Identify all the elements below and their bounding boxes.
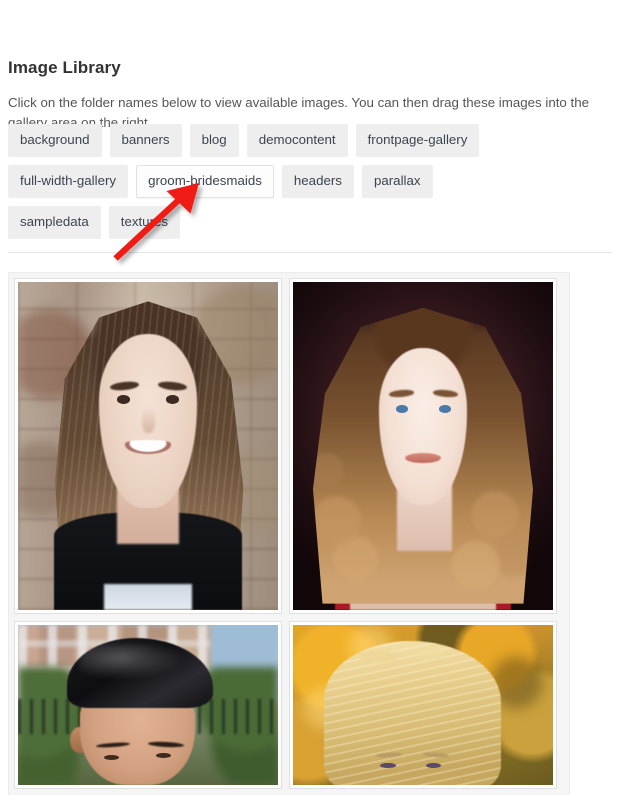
eye-left [116, 395, 130, 404]
gallery-thumbnail-3[interactable] [14, 621, 282, 789]
photo-man-city [18, 625, 278, 785]
folder-tag-parallax[interactable]: parallax [361, 165, 433, 198]
folder-tag-list: background banners blog democontent fron… [8, 124, 620, 247]
mouth [404, 452, 442, 464]
folder-tag-democontent[interactable]: democontent [246, 124, 348, 157]
folder-tag-background[interactable]: background [8, 124, 102, 157]
shirt-graphic [103, 583, 193, 610]
folder-tag-sampledata[interactable]: sampledata [8, 206, 101, 239]
thumbnail-image-2 [293, 282, 553, 610]
folder-row-1: background banners blog democontent fron… [8, 124, 620, 157]
folder-tag-headers[interactable]: headers [281, 165, 354, 198]
nose [141, 406, 155, 433]
folder-tag-blog[interactable]: blog [189, 124, 239, 157]
folder-row-2: full-width-gallery groom-bridesmaids hea… [8, 165, 620, 198]
eye-left [395, 405, 408, 413]
eye-left [103, 754, 120, 760]
thumbnail-image-3 [18, 625, 278, 785]
eye-left [380, 762, 396, 769]
page-title: Image Library [8, 58, 121, 78]
image-library-panel: Image Library Click on the folder names … [0, 0, 640, 795]
photo-woman-red-dress [293, 282, 553, 610]
eye-right [425, 762, 442, 769]
gallery-thumbnail-4[interactable] [289, 621, 557, 789]
thumbnail-image-4 [293, 625, 553, 785]
folder-tag-banners[interactable]: banners [109, 124, 182, 157]
folder-tag-frontpage-gallery[interactable]: frontpage-gallery [355, 124, 480, 157]
folder-tag-textures[interactable]: textures [108, 206, 181, 239]
folder-tag-full-width-gallery[interactable]: full-width-gallery [8, 165, 129, 198]
folder-row-3: sampledata textures [8, 206, 620, 239]
gallery-thumbnail-1[interactable] [14, 278, 282, 614]
folder-tag-groom-bridesmaids[interactable]: groom-bridesmaids [136, 165, 274, 198]
photo-woman-brick-wall [18, 282, 278, 610]
image-gallery-grid [8, 272, 570, 795]
hair-highlight [80, 644, 185, 680]
eye-right [438, 405, 451, 413]
thumbnail-image-1 [18, 282, 278, 610]
section-divider [8, 252, 612, 253]
flyaway-hair [355, 631, 475, 664]
photo-blonde-autumn [293, 625, 553, 785]
gallery-thumbnail-2[interactable] [289, 278, 557, 614]
